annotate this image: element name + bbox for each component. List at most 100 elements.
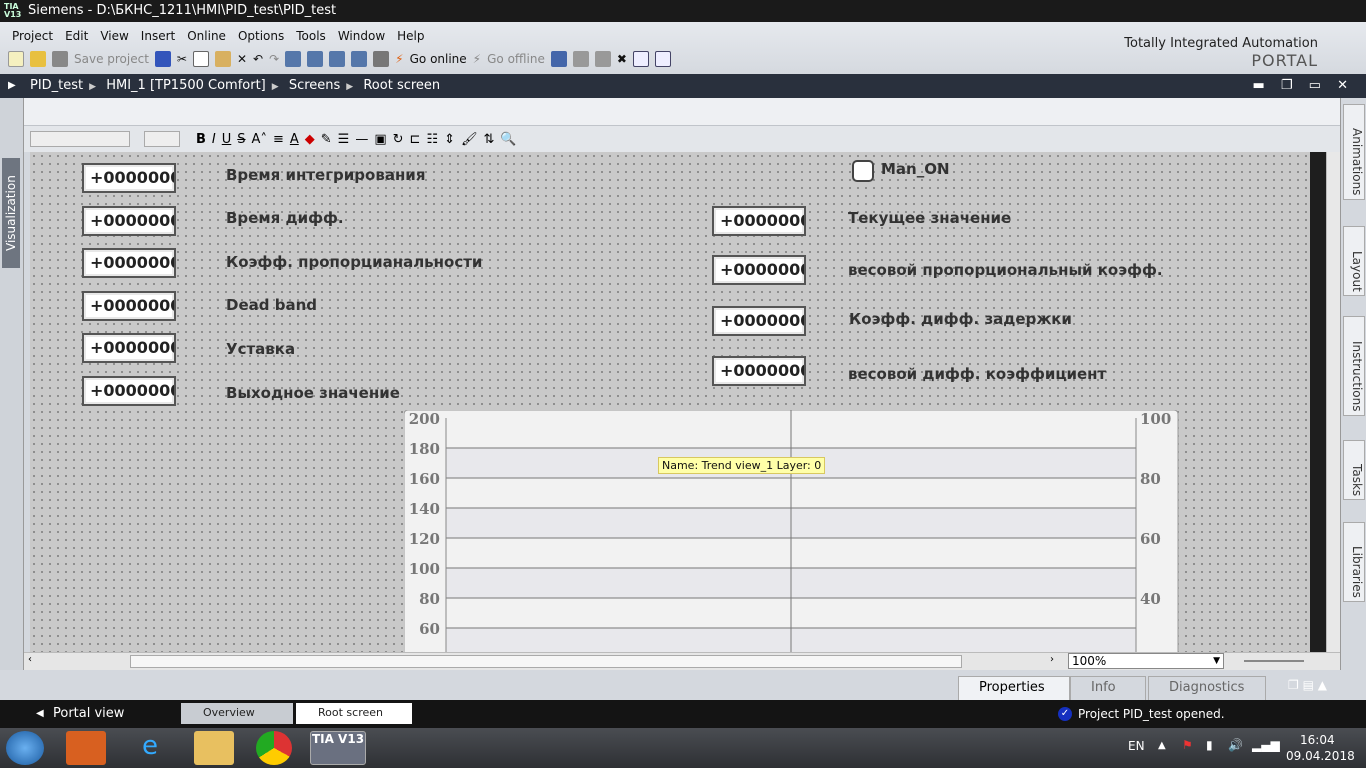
tab-animations[interactable]: Animations xyxy=(1343,104,1365,200)
copy-icon[interactable] xyxy=(192,51,209,67)
zoom-select[interactable]: 100% ▼ xyxy=(1068,653,1224,669)
line-width-icon[interactable]: ☰ xyxy=(338,132,350,147)
compile-icon[interactable] xyxy=(285,51,302,67)
cross-reference-icon[interactable]: ✖ xyxy=(617,52,627,66)
network-icon[interactable]: ▂▄▆ xyxy=(1252,738,1280,752)
scroll-left-icon[interactable]: ‹ xyxy=(28,654,32,665)
download-icon[interactable] xyxy=(307,51,324,67)
tab-overview[interactable]: Overview xyxy=(181,703,293,724)
split-horizontal-icon[interactable] xyxy=(632,51,649,67)
io-field-derivative-delay[interactable]: +0000000 xyxy=(712,306,806,336)
scroll-thumb[interactable] xyxy=(130,655,962,668)
font-name-field[interactable] xyxy=(30,131,130,147)
go-online-icon[interactable]: ⚡ xyxy=(395,52,403,66)
stop-cpu-icon[interactable] xyxy=(594,51,611,67)
vertical-scrollbar[interactable] xyxy=(1326,152,1340,652)
italic-icon[interactable]: I xyxy=(212,132,216,147)
rotate-icon[interactable]: ↻ xyxy=(393,132,404,147)
man-on-checkbox[interactable] xyxy=(852,160,874,182)
tab-properties[interactable]: Properties xyxy=(958,676,1070,700)
undo-icon[interactable]: ↶ xyxy=(253,52,263,66)
action-center-icon[interactable]: ⚑ xyxy=(1182,738,1193,752)
breadcrumb-project[interactable]: PID_test xyxy=(30,78,83,93)
scroll-right-icon[interactable]: › xyxy=(1050,654,1054,665)
portal-view-button[interactable]: Portal view xyxy=(53,700,124,728)
menu-edit[interactable]: Edit xyxy=(59,22,94,50)
volume-icon[interactable]: 🔊 xyxy=(1228,738,1243,752)
start-button-icon[interactable] xyxy=(6,731,44,765)
align-left-icon[interactable]: ⊏ xyxy=(410,132,421,147)
explorer-icon[interactable] xyxy=(194,731,234,765)
redo-icon[interactable]: ↷ xyxy=(269,52,279,66)
menu-tools[interactable]: Tools xyxy=(290,22,332,50)
expand-project-tree-icon[interactable]: ▶ xyxy=(8,74,16,98)
trend-view[interactable]: 200 180 160 140 120 100 80 60 100 80 60 40 xyxy=(404,410,1180,652)
editor-window-controls[interactable]: ▬ ❐ ▭ ✕ xyxy=(1252,74,1354,98)
tab-diagnostics[interactable]: Diagnostics xyxy=(1148,676,1266,700)
bold-icon[interactable]: B xyxy=(196,132,206,147)
breadcrumb-root-screen[interactable]: Root screen xyxy=(363,78,440,93)
portal-arrow-icon[interactable]: ◀ xyxy=(36,700,44,728)
accessible-devices-icon[interactable] xyxy=(550,51,567,67)
format-painter-icon[interactable]: 🖌 xyxy=(461,132,478,147)
menu-options[interactable]: Options xyxy=(232,22,290,50)
power-icon[interactable]: ▮ xyxy=(1206,738,1213,752)
save-icon[interactable] xyxy=(52,51,68,67)
io-field-output-value[interactable]: +0000000 xyxy=(82,376,176,406)
go-offline-button[interactable]: Go offline xyxy=(487,52,545,66)
tab-layout[interactable]: Layout xyxy=(1343,226,1365,296)
upload-icon[interactable] xyxy=(329,51,346,67)
language-indicator[interactable]: EN xyxy=(1128,739,1145,753)
font-color-icon[interactable]: A xyxy=(290,132,299,147)
split-vertical-icon[interactable] xyxy=(654,51,671,67)
size-icon[interactable]: ⇕ xyxy=(444,132,455,147)
new-project-icon[interactable] xyxy=(8,51,24,67)
media-player-icon[interactable] xyxy=(66,731,106,765)
tray-arrow-icon[interactable]: ▲ xyxy=(1158,740,1166,751)
runtime-icon[interactable] xyxy=(373,51,390,67)
tab-instructions[interactable]: Instructions xyxy=(1343,316,1365,416)
paste-icon[interactable] xyxy=(214,51,231,67)
screen-canvas[interactable]: +0000000 Время интегрирования +0000000 В… xyxy=(30,152,1310,652)
tab-visualization[interactable]: Visualization xyxy=(2,158,20,268)
tab-tasks[interactable]: Tasks xyxy=(1343,440,1365,500)
font-size-field[interactable] xyxy=(144,131,180,147)
line-style-icon[interactable]: — xyxy=(355,132,368,147)
zoom-area-icon[interactable]: 🔍 xyxy=(500,132,516,147)
tab-libraries[interactable]: Libraries xyxy=(1343,522,1365,602)
simulation-icon[interactable] xyxy=(351,51,368,67)
clock-time[interactable]: 16:04 xyxy=(1300,733,1335,747)
print-icon[interactable] xyxy=(154,51,171,67)
distribute-icon[interactable]: ☷ xyxy=(426,132,438,147)
io-field-derivative-weight[interactable]: +0000000 xyxy=(712,356,806,386)
font-size-up-icon[interactable]: A˄ xyxy=(252,132,267,147)
save-project-button[interactable]: Save project xyxy=(74,52,149,66)
line-color-icon[interactable]: ✎ xyxy=(321,132,332,147)
panel-controls-icon[interactable]: ❐ ▤ ▲ xyxy=(1288,678,1327,692)
start-cpu-icon[interactable] xyxy=(572,51,589,67)
arrange-icon[interactable]: ▣ xyxy=(374,132,386,147)
io-field-proportional-weight[interactable]: +0000000 xyxy=(712,255,806,285)
open-project-icon[interactable] xyxy=(30,51,46,67)
fill-color-icon[interactable]: ◆ xyxy=(305,132,315,147)
strikethrough-icon[interactable]: S xyxy=(237,132,245,147)
chrome-icon[interactable] xyxy=(256,731,292,765)
breadcrumb-screens[interactable]: Screens xyxy=(289,78,340,93)
go-offline-icon[interactable]: ⚡ xyxy=(473,52,481,66)
io-field-derivative-time[interactable]: +0000000 xyxy=(82,206,176,236)
go-online-button[interactable]: Go online xyxy=(410,52,467,66)
underline-icon[interactable]: U xyxy=(222,132,232,147)
menu-window[interactable]: Window xyxy=(332,22,391,50)
breadcrumb-device[interactable]: HMI_1 [TP1500 Comfort] xyxy=(106,78,266,93)
tab-order-icon[interactable]: ⇅ xyxy=(484,132,495,147)
menu-project[interactable]: Project xyxy=(6,22,59,50)
menu-online[interactable]: Online xyxy=(181,22,232,50)
zoom-slider[interactable] xyxy=(1244,660,1304,662)
delete-icon[interactable]: ✕ xyxy=(237,52,247,66)
internet-explorer-icon[interactable]: e xyxy=(130,731,170,765)
tab-info[interactable]: Info xyxy=(1070,676,1146,700)
menu-help[interactable]: Help xyxy=(391,22,430,50)
menu-insert[interactable]: Insert xyxy=(135,22,181,50)
io-field-integration-time[interactable]: +0000000 xyxy=(82,163,176,193)
menu-view[interactable]: View xyxy=(94,22,134,50)
